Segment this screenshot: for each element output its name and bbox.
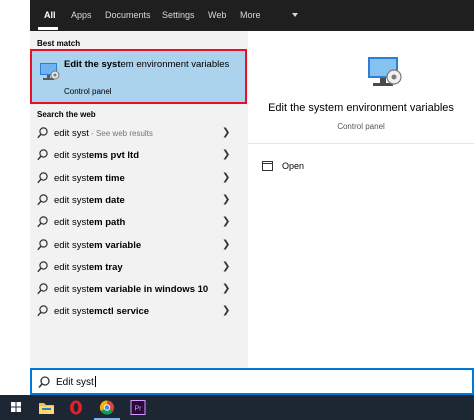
web-suggestion-text: edit system tray [54,262,123,273]
suggestion-completion: emctl service [88,306,150,318]
search-input-value: Edit syst [56,376,96,388]
search-icon [38,376,50,388]
results-list: Best match Edit the system environment v… [30,31,248,368]
chevron-right-icon[interactable]: ❯ [222,305,230,316]
chevron-right-icon[interactable]: ❯ [222,239,230,250]
windows-logo-icon [11,402,21,412]
taskbar-chrome[interactable] [93,395,121,420]
web-suggestion-text: edit system date [54,195,125,206]
web-section-header: Search the web [37,110,96,119]
search-icon [37,283,48,295]
chevron-right-icon[interactable]: ❯ [222,149,230,160]
web-suggestion-text: edit system variable in windows 10 [54,284,208,295]
web-suggestion[interactable]: edit system variable ❯ [30,234,248,256]
search-scope-tabs: All Apps Documents Settings Web More [30,0,474,31]
chevron-right-icon[interactable]: ❯ [222,172,230,183]
text-cursor [94,376,96,387]
suggestion-query: edit syst [54,128,89,139]
suggestion-query: edit syst [54,217,89,229]
system-properties-icon [368,57,402,86]
suggestion-completion: em time [88,172,125,184]
premiere-pro-icon: Pr [130,400,146,415]
tab-settings[interactable]: Settings [162,0,195,31]
search-query-text: Edit syst [56,377,94,388]
divider [248,143,474,144]
search-input[interactable]: Edit syst [30,368,474,395]
search-icon [37,261,48,273]
web-suggestion-text: edit system path [54,217,125,228]
suggestion-completion: ems pvt ltd [88,150,140,162]
web-suggestion[interactable]: edit system date ❯ [30,189,248,211]
suggestion-query: edit syst [54,150,89,162]
web-suggestion[interactable]: edit syst - See web results ❯ [30,122,248,144]
web-suggestion[interactable]: edit system variable in windows 10 ❯ [30,278,248,300]
suggestion-completion: em variable in windows 10 [88,284,209,296]
result-detail-pane: Edit the system environment variables Co… [248,31,474,368]
chevron-right-icon[interactable]: ❯ [222,194,230,205]
search-icon [37,149,48,161]
suggestion-query: edit syst [54,261,89,273]
web-suggestion-text: edit system variable [54,240,141,251]
svg-text:Pr: Pr [135,406,143,413]
suggestion-query: edit syst [54,306,89,318]
chevron-down-icon [292,13,298,17]
web-suggestion-text: edit syst - See web results [54,128,153,139]
tab-documents[interactable]: Documents [105,0,151,31]
suggestion-query: edit syst [54,194,89,206]
taskbar-opera[interactable] [62,395,90,420]
detail-subtitle: Control panel [337,122,385,131]
web-suggestion[interactable]: edit system tray ❯ [30,256,248,278]
chevron-right-icon[interactable]: ❯ [222,261,230,272]
chevron-right-icon[interactable]: ❯ [222,216,230,227]
opera-icon [70,400,82,415]
tab-apps[interactable]: Apps [71,0,92,31]
start-button[interactable] [2,395,30,420]
search-icon [37,238,48,250]
suggestion-completion: em date [88,194,125,206]
highlight-outline [30,49,247,104]
search-icon [37,305,48,317]
chevron-right-icon[interactable]: ❯ [222,127,230,138]
chrome-icon [99,400,114,415]
web-suggestion[interactable]: edit systems pvt ltd ❯ [30,144,248,166]
suggestion-query: edit syst [54,239,89,251]
web-suggestion-text: edit systems pvt ltd [54,150,139,161]
suggestion-query: edit syst [54,172,89,184]
suggestion-completion: em variable [88,239,142,251]
best-match-header: Best match [37,39,81,48]
web-suggestion[interactable]: edit systemctl service ❯ [30,300,248,322]
suggestion-query: edit syst [54,284,89,296]
folder-icon [39,403,54,414]
suggestion-completion: em tray [88,261,123,273]
detail-title: Edit the system environment variables [268,102,454,114]
taskbar: Pr [0,395,474,420]
suggestion-hint: - See web results [88,129,153,138]
search-icon [37,194,48,206]
web-suggestion[interactable]: edit system path ❯ [30,211,248,233]
web-suggestion[interactable]: edit system time ❯ [30,167,248,189]
web-suggestion-text: edit systemctl service [54,306,149,317]
tab-more[interactable]: More [240,0,261,31]
open-window-icon [262,161,273,171]
taskbar-file-explorer[interactable] [32,395,60,420]
suggestion-completion: em path [88,217,126,229]
search-icon [37,216,48,228]
active-tab-indicator [38,27,58,30]
desktop-background [0,0,30,395]
tab-web[interactable]: Web [208,0,226,31]
taskbar-premiere-pro[interactable]: Pr [124,395,152,420]
search-icon [37,127,48,139]
search-icon [37,171,48,183]
web-suggestion-text: edit system time [54,173,125,184]
open-label: Open [282,161,305,171]
chevron-right-icon[interactable]: ❯ [222,283,230,294]
